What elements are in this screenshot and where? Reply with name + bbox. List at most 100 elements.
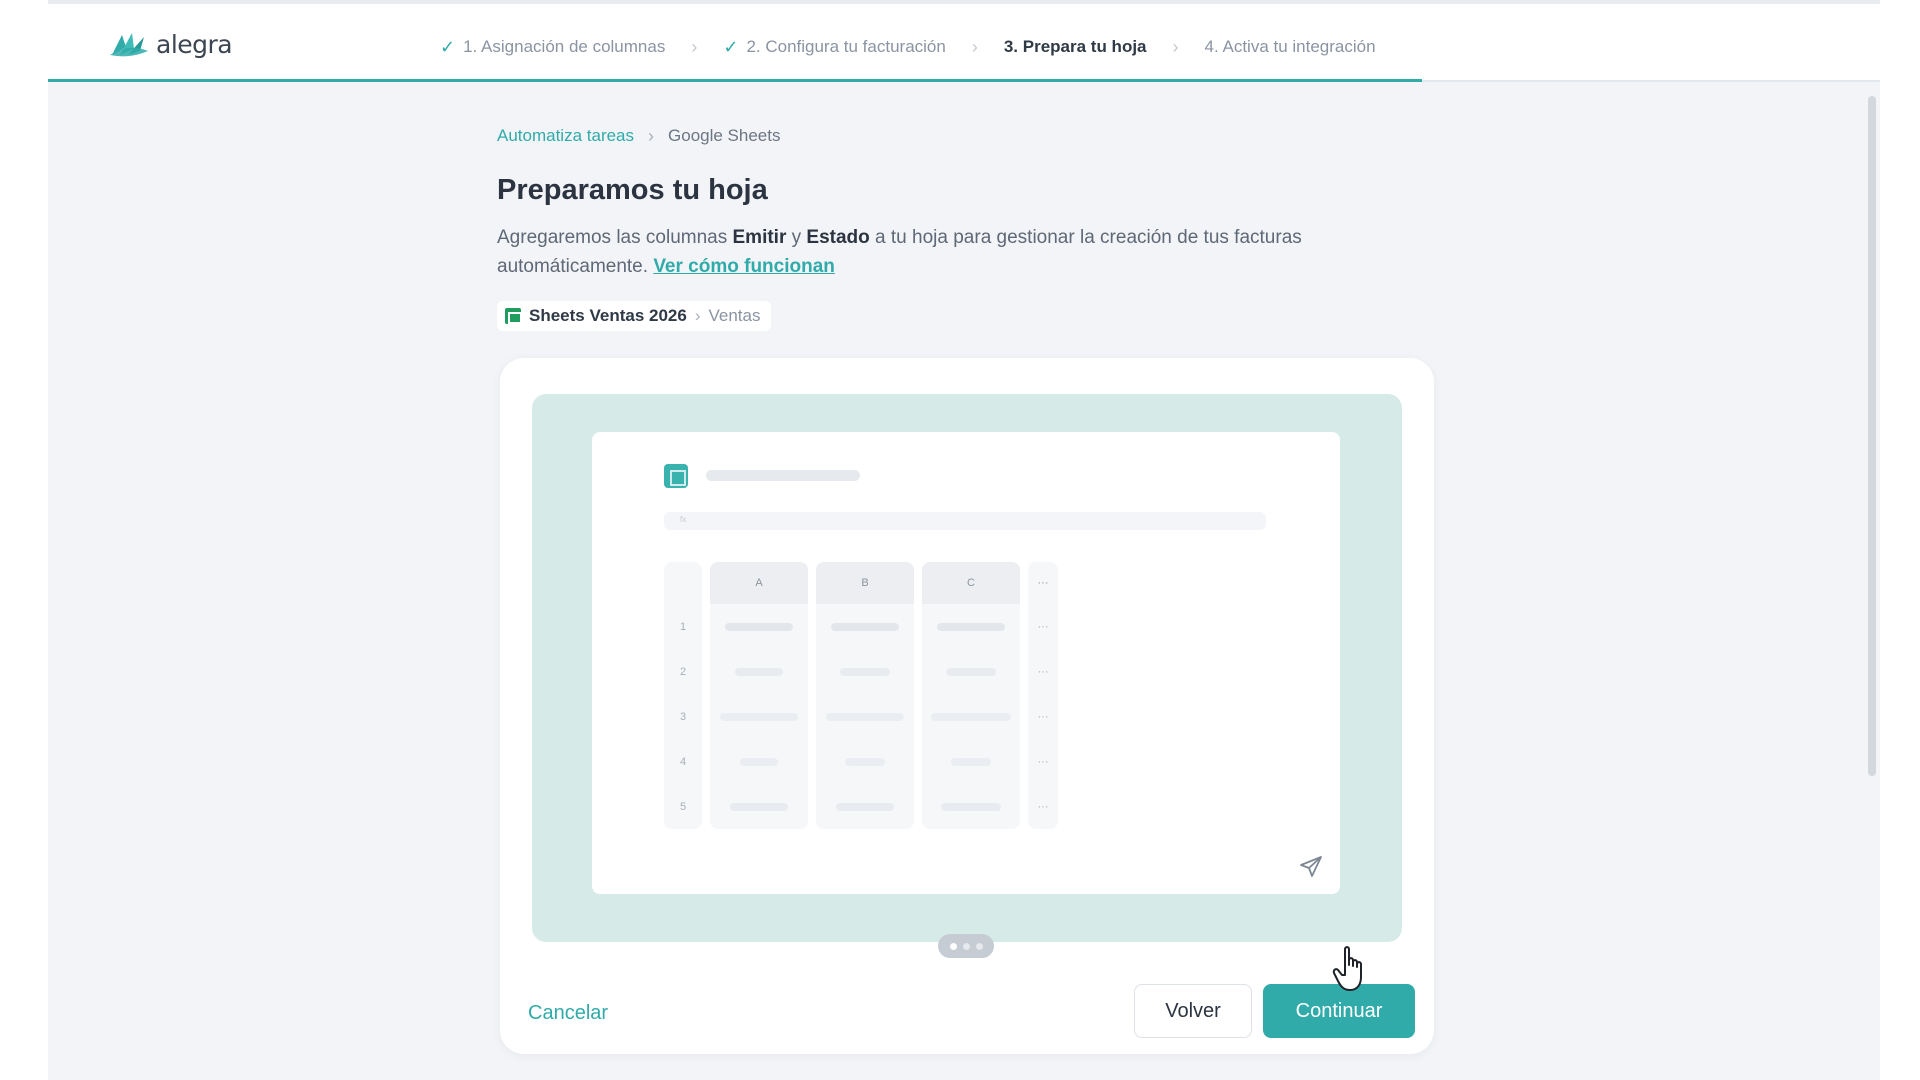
alegra-logo-icon bbox=[110, 33, 148, 57]
more-columns: ··· ··· ··· ··· ··· ··· bbox=[1028, 562, 1058, 829]
wizard-steps: ✓ 1. Asignación de columnas › ✓ 2. Confi… bbox=[440, 32, 1376, 62]
main-content: Automatiza tareas › Google Sheets Prepar… bbox=[497, 124, 1447, 331]
cell-placeholder bbox=[710, 649, 808, 694]
sheet-mockup: fx 1 2 3 4 5 A B C ··· ··· ··· ··· ··· ·… bbox=[592, 432, 1340, 894]
page-description: Agregaremos las columnas Emitir y Estado… bbox=[497, 223, 1437, 281]
sheet-mock-icon bbox=[664, 464, 688, 488]
cell-bar bbox=[725, 622, 793, 631]
cell-placeholder bbox=[816, 739, 914, 784]
step-label: 4. Activa tu integración bbox=[1204, 37, 1376, 56]
check-icon: ✓ bbox=[723, 36, 739, 57]
cell-placeholder bbox=[710, 739, 808, 784]
carousel-dot[interactable] bbox=[975, 942, 983, 950]
send-icon bbox=[1300, 856, 1322, 877]
logo-text: alegra bbox=[156, 29, 233, 59]
sheet-name: Sheets Ventas 2026 bbox=[529, 306, 687, 325]
cell-bar bbox=[937, 622, 1005, 631]
cell-placeholder bbox=[922, 694, 1020, 739]
more-cell: ··· bbox=[1037, 620, 1049, 633]
column-c: C bbox=[922, 562, 1020, 829]
cell-bar bbox=[836, 802, 894, 811]
cell-placeholder bbox=[922, 604, 1020, 649]
formula-prefix: fx bbox=[680, 515, 687, 524]
more-cell: ··· bbox=[1037, 800, 1049, 813]
scrollbar[interactable] bbox=[1868, 96, 1876, 776]
breadcrumb: Automatiza tareas › Google Sheets bbox=[497, 124, 1447, 148]
row-number: 1 bbox=[679, 620, 687, 633]
breadcrumb-link-automatiza[interactable]: Automatiza tareas bbox=[497, 126, 634, 146]
step-4: 4. Activa tu integración bbox=[1205, 37, 1376, 57]
row-number: 5 bbox=[679, 800, 687, 813]
cell-bar bbox=[730, 802, 788, 811]
hand-cursor-icon bbox=[1332, 946, 1362, 991]
cell-bar bbox=[831, 622, 899, 631]
chevron-right-icon: › bbox=[1172, 36, 1179, 57]
row-number-column: 1 2 3 4 5 bbox=[664, 562, 702, 829]
desc-text: Agregaremos las columnas bbox=[497, 227, 733, 248]
cell-bar bbox=[941, 802, 1001, 811]
step-label: 1. Asignación de columnas bbox=[463, 37, 666, 56]
row-number: 3 bbox=[679, 710, 687, 723]
alegra-logo[interactable]: alegra bbox=[108, 26, 233, 62]
chevron-right-icon: › bbox=[648, 125, 655, 146]
cell-bar bbox=[845, 757, 885, 766]
cell-placeholder bbox=[710, 604, 808, 649]
sheet-preview: fx 1 2 3 4 5 A B C ··· ··· ··· ··· ··· ·… bbox=[532, 394, 1402, 942]
cell-bar bbox=[720, 712, 798, 721]
back-button[interactable]: Volver bbox=[1134, 984, 1252, 1038]
desc-column-emitir: Emitir bbox=[732, 227, 787, 248]
app-window: alegra ✓ 1. Asignación de columnas › ✓ 2… bbox=[48, 0, 1880, 1080]
cell-placeholder bbox=[710, 694, 808, 739]
cell-placeholder bbox=[816, 604, 914, 649]
cell-bar bbox=[740, 757, 778, 766]
more-cell: ··· bbox=[1037, 665, 1049, 678]
cell-bar bbox=[946, 667, 996, 676]
preview-card: fx 1 2 3 4 5 A B C ··· ··· ··· ··· ··· ·… bbox=[500, 358, 1434, 1054]
cell-placeholder bbox=[922, 739, 1020, 784]
sheet-grid: 1 2 3 4 5 A B C ··· ··· ··· ··· ··· ··· bbox=[664, 562, 1058, 829]
cell-placeholder bbox=[710, 784, 808, 829]
step-label: 2. Configura tu facturación bbox=[746, 37, 946, 56]
cell-bar bbox=[826, 712, 904, 721]
page-title: Preparamos tu hoja bbox=[497, 174, 768, 206]
cell-bar bbox=[951, 757, 991, 766]
more-cell: ··· bbox=[1037, 755, 1049, 768]
carousel-dot[interactable] bbox=[949, 942, 957, 950]
google-sheets-icon bbox=[505, 308, 522, 324]
sheet-tab-name: Ventas bbox=[708, 306, 761, 325]
chevron-right-icon: › bbox=[694, 306, 701, 325]
sheet-chip: Sheets Ventas 2026 › Ventas bbox=[497, 301, 771, 331]
column-header: A bbox=[710, 562, 808, 604]
breadcrumb-current: Google Sheets bbox=[668, 126, 781, 145]
cell-bar bbox=[840, 667, 890, 676]
cancel-button[interactable]: Cancelar bbox=[528, 1002, 608, 1025]
cell-placeholder bbox=[922, 784, 1020, 829]
step-2[interactable]: ✓ 2. Configura tu facturación bbox=[723, 37, 946, 58]
step-3: 3. Prepara tu hoja bbox=[1004, 37, 1147, 57]
cell-bar bbox=[735, 667, 783, 676]
column-a: A bbox=[710, 562, 808, 829]
cell-placeholder bbox=[816, 649, 914, 694]
corner-cell bbox=[664, 562, 702, 604]
cell-placeholder bbox=[922, 649, 1020, 694]
chevron-right-icon: › bbox=[971, 36, 978, 57]
cell-placeholder bbox=[816, 694, 914, 739]
how-it-works-link[interactable]: Ver cómo funcionan bbox=[653, 256, 835, 277]
wizard-header: alegra ✓ 1. Asignación de columnas › ✓ 2… bbox=[48, 4, 1880, 82]
formula-bar-placeholder: fx bbox=[664, 512, 1266, 530]
carousel-dot[interactable] bbox=[962, 942, 970, 950]
step-1[interactable]: ✓ 1. Asignación de columnas bbox=[440, 37, 665, 58]
more-cell: ··· bbox=[1037, 710, 1049, 723]
column-header: B bbox=[816, 562, 914, 604]
carousel-dots[interactable] bbox=[938, 934, 994, 958]
cell-bar bbox=[931, 712, 1011, 721]
cell-placeholder bbox=[816, 784, 914, 829]
desc-column-estado: Estado bbox=[806, 227, 870, 248]
chevron-right-icon: › bbox=[691, 36, 698, 57]
sheet-mock-title-placeholder bbox=[706, 470, 860, 481]
desc-text: y bbox=[786, 227, 807, 248]
more-columns-label: ··· bbox=[1037, 577, 1049, 589]
row-number: 2 bbox=[679, 665, 687, 678]
row-number: 4 bbox=[679, 755, 687, 768]
progress-fill bbox=[48, 79, 1422, 82]
